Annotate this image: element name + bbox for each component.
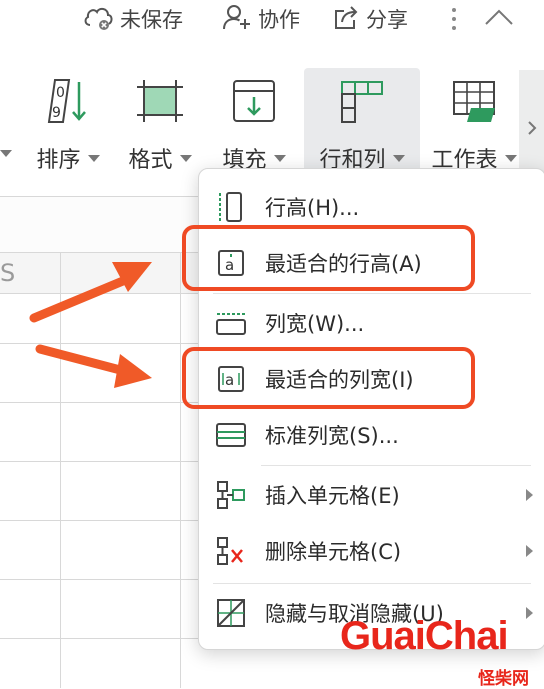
- worksheet-dropdown-caret-icon: [504, 154, 517, 162]
- standard-column-width-label: 标准列宽(S)...: [265, 424, 399, 448]
- column-width-icon: [213, 305, 249, 341]
- sort-label: 排序: [36, 148, 81, 173]
- menu-separator: [213, 583, 531, 584]
- collab-label: 协作: [258, 8, 300, 32]
- rows-columns-tool[interactable]: 行和列: [304, 68, 420, 173]
- collapse-chevron-up-icon[interactable]: [483, 6, 515, 30]
- column-width-label: 列宽(W)...: [265, 312, 365, 336]
- title-bar: 未保存 协作 分享: [0, 0, 544, 42]
- rows-columns-dropdown-caret-icon: [392, 154, 405, 162]
- hide-unhide-icon: [213, 595, 249, 631]
- menu-separator: [213, 293, 531, 294]
- more-menu-icon[interactable]: [447, 6, 461, 32]
- format-cells-icon: [135, 78, 185, 124]
- arrowhead-icon: [114, 354, 152, 388]
- format-label: 格式: [128, 148, 173, 173]
- highlight-best-fit-column-width: [182, 347, 475, 409]
- fill-icon: [229, 78, 279, 124]
- share-label: 分享: [366, 8, 408, 32]
- watermark-logo: GuaiChai 怪柴网: [336, 612, 544, 689]
- sort-dropdown-caret-icon: [87, 154, 100, 162]
- fill-dropdown-caret-icon: [273, 154, 286, 162]
- grid-col-line: [60, 253, 61, 688]
- unsaved-status[interactable]: 未保存: [82, 4, 183, 34]
- menu-item-insert-cells[interactable]: 插入单元格(E): [199, 467, 544, 523]
- menu-item-delete-cells[interactable]: 删除单元格(C): [199, 523, 544, 579]
- cloud-unsaved-icon: [82, 3, 120, 36]
- menu-item-standard-column-width[interactable]: 标准列宽(S)...: [199, 407, 544, 463]
- worksheet-tool[interactable]: 工作表: [432, 68, 517, 173]
- watermark-sub: 怪柴网: [478, 669, 529, 689]
- row-height-label: 行高(H)...: [265, 196, 360, 220]
- insert-cells-label: 插入单元格(E): [265, 484, 400, 508]
- column-header-label: S: [0, 259, 16, 287]
- row-height-icon: [213, 189, 249, 225]
- ribbon-toolbar: 0 9 排序 格式 填充 行和列 工作表: [0, 60, 544, 173]
- fill-tool[interactable]: 填充: [204, 68, 304, 173]
- svg-text:9: 9: [52, 105, 61, 121]
- insert-cells-icon: [213, 477, 249, 513]
- menu-separator: [261, 465, 531, 466]
- add-user-icon: [222, 3, 258, 36]
- arrow-to-best-fit-column-width: [35, 344, 133, 377]
- ribbon-partial-caret: [0, 142, 12, 157]
- collab-button[interactable]: 协作: [222, 4, 300, 34]
- delete-cells-icon: [213, 533, 249, 569]
- unsaved-label: 未保存: [120, 8, 183, 32]
- grid-col-line: [180, 253, 181, 688]
- format-tool[interactable]: 格式: [110, 68, 210, 173]
- menu-item-column-width[interactable]: 列宽(W)...: [199, 295, 544, 351]
- format-dropdown-caret-icon: [179, 154, 192, 162]
- share-icon: [332, 3, 366, 36]
- delete-cells-label: 删除单元格(C): [265, 540, 402, 564]
- highlight-best-fit-row-height: [182, 225, 475, 291]
- watermark-brand: GuaiChai: [340, 614, 509, 658]
- submenu-arrow-icon: [526, 545, 533, 557]
- svg-text:0: 0: [56, 85, 65, 101]
- standard-column-width-icon: [213, 417, 249, 453]
- chevron-right-icon: [527, 121, 536, 135]
- share-button[interactable]: 分享: [332, 4, 408, 34]
- sort-icon: 0 9: [43, 78, 93, 124]
- submenu-arrow-icon: [526, 489, 533, 501]
- sort-tool[interactable]: 0 9 排序: [18, 68, 118, 173]
- rows-columns-icon: [337, 78, 387, 124]
- worksheet-icon: [449, 78, 499, 124]
